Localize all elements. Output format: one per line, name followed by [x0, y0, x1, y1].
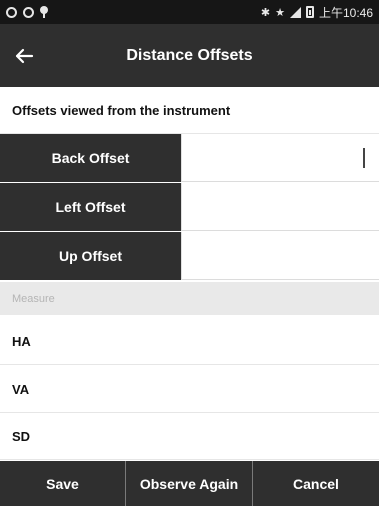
- status-left-icons: [6, 6, 48, 18]
- up-offset-input[interactable]: [182, 232, 379, 280]
- bottom-action-bar: Save Observe Again Cancel: [0, 461, 379, 506]
- va-label: VA: [12, 381, 30, 397]
- sync-icon: [6, 6, 17, 18]
- back-button[interactable]: [0, 24, 48, 87]
- left-offset-row: Left Offset: [0, 183, 379, 231]
- left-offset-label[interactable]: Left Offset: [0, 183, 182, 231]
- up-offset-row: Up Offset: [0, 232, 379, 280]
- back-offset-label[interactable]: Back Offset: [0, 134, 182, 182]
- page-title: Distance Offsets: [126, 46, 253, 64]
- left-offset-input[interactable]: [182, 183, 379, 231]
- back-offset-input[interactable]: [182, 134, 379, 182]
- back-arrow-icon: [15, 48, 34, 63]
- signal-icon: [289, 6, 301, 18]
- offsets-description: Offsets viewed from the instrument: [0, 87, 379, 134]
- status-bar: ✱ ★ 上午10:46: [0, 0, 379, 24]
- measure-row-ha: HA: [0, 318, 379, 365]
- observe-again-button[interactable]: Observe Again: [126, 461, 253, 506]
- star-icon: ★: [275, 6, 285, 19]
- sync-icon-2: [23, 6, 34, 18]
- cancel-button[interactable]: Cancel: [253, 461, 379, 506]
- bluetooth-icon: ✱: [260, 6, 271, 19]
- app-bar: Distance Offsets: [0, 24, 379, 87]
- back-offset-row: Back Offset: [0, 134, 379, 182]
- measure-row-va: VA: [0, 366, 379, 413]
- text-cursor: [363, 148, 365, 168]
- sd-label: SD: [12, 428, 31, 444]
- measure-section-header: Measure: [0, 282, 379, 315]
- status-right-icons: ✱ ★ 上午10:46: [261, 4, 373, 21]
- measure-row-sd: SD: [0, 413, 379, 460]
- location-pin-icon: [40, 6, 48, 18]
- ha-label: HA: [12, 333, 31, 349]
- save-button[interactable]: Save: [0, 461, 126, 506]
- battery-icon: [305, 6, 314, 18]
- status-time: 上午10:46: [318, 5, 373, 20]
- up-offset-label[interactable]: Up Offset: [0, 232, 182, 280]
